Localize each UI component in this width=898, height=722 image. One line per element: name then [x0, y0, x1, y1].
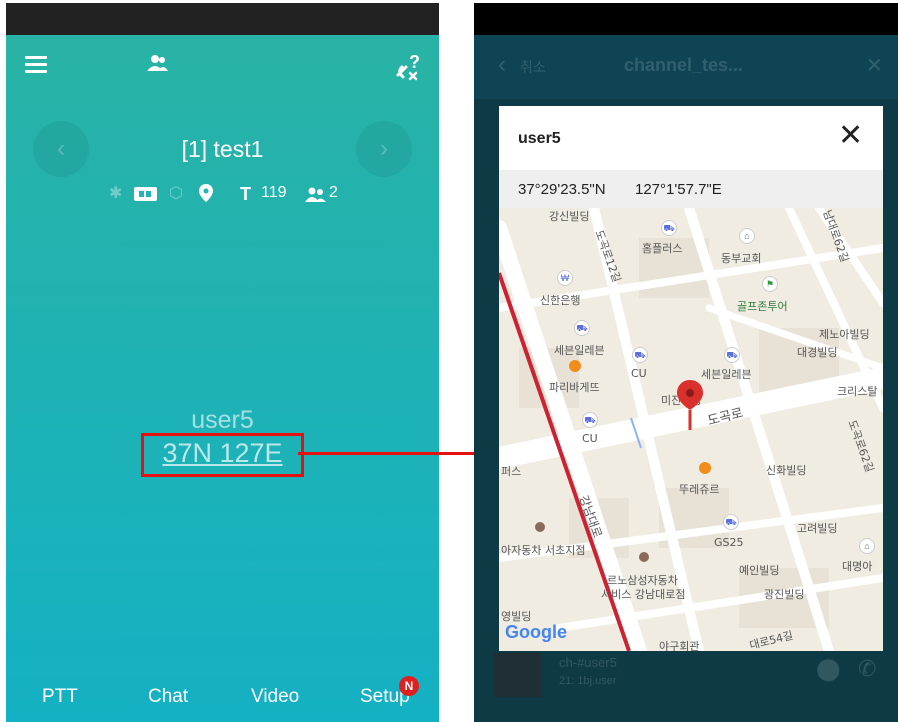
background-phone-icon: ✆ [858, 656, 877, 681]
tab-chat[interactable]: Chat [148, 686, 188, 708]
place-icon: ⌂ [859, 538, 875, 554]
map-label: 퍼스 [501, 465, 522, 478]
map-label: 홈플러스 [642, 242, 683, 255]
map-label: 대명아 [842, 560, 873, 573]
latitude-text: 37°29'23.5"N [518, 181, 606, 198]
shield-icon: ⬡ [169, 185, 183, 202]
channel-title: [1] test1 [181, 136, 264, 162]
map-label: 서비스 강남대로점 [601, 588, 686, 601]
map-label: 제노아빌딩 [819, 328, 870, 341]
back-icon: ‹ [498, 51, 506, 78]
background-item-name: ch-#user5 [559, 655, 617, 670]
map-label: 파리바게뜨 [549, 381, 600, 394]
bluetooth-icon: ✱ [109, 185, 123, 202]
coordinates-bar: 37°29'23.5"N 127°1'57.7"E [499, 170, 883, 208]
dialog-header: user5 ✕ [499, 106, 883, 170]
longitude-text: 127°1'57.7"E [635, 181, 722, 198]
map-label: 야구회관 [659, 640, 700, 651]
map-label: 골프존투어 [737, 300, 788, 313]
tab-ptt[interactable]: PTT [42, 686, 78, 708]
map-label: GS25 [714, 536, 744, 549]
car-dealer-icon [639, 552, 649, 562]
background-close-icon: ✕ [866, 55, 883, 77]
map-label: 대경빌딩 [797, 346, 838, 359]
channel-screen: ? ‹ › [1] test1 ✱ ⬡ T 119 2 user5 37N 12… [6, 3, 439, 722]
map-screen: ‹ 취소 channel_tes... ✕ ch-#user5 21: 1bj.… [474, 3, 898, 722]
background-title: channel_tes... [624, 55, 744, 75]
speaker-user-name: user5 [191, 406, 254, 434]
bakery-icon [569, 360, 581, 372]
users-count-icon [305, 186, 327, 207]
car-dealer-icon [535, 522, 545, 532]
location-pin-icon[interactable] [677, 380, 703, 437]
svg-text:?: ? [409, 52, 420, 72]
map-label: 고려빌딩 [797, 522, 838, 535]
map-label: 신화빌딩 [766, 464, 807, 477]
location-pin-icon [199, 184, 213, 207]
map-label: 세븐일레븐 [701, 368, 752, 381]
back-label: 취소 [520, 59, 546, 75]
background-item-sub: 21: 1bj.user [559, 675, 617, 687]
golf-icon: ⚑ [762, 276, 778, 292]
map-label: 신한은행 [540, 294, 581, 307]
map-label: 강신빌딩 [549, 210, 590, 223]
map-label: 세븐일레븐 [554, 344, 605, 357]
map-view[interactable]: 강신빌딩 ⛟ 홈플러스 ⌂ 동부교회 ₩ 신한은행 ⚑ 골프존투어 ⛟ 세븐일레… [499, 208, 883, 651]
location-link[interactable]: 37N 127E [144, 438, 301, 469]
background-topbar: ‹ 취소 channel_tes... ✕ [474, 35, 898, 99]
map-label: 뚜레쥬르 [679, 483, 720, 496]
shopping-cart-icon: ⛟ [661, 220, 677, 236]
location-dialog: user5 ✕ 37°29'23.5"N 127°1'57.7"E 강신빌딩 ⛟… [499, 106, 883, 651]
status-bar [6, 3, 439, 35]
users-icon[interactable] [146, 53, 170, 78]
tab-video[interactable]: Video [251, 686, 299, 708]
setup-badge: N [399, 676, 419, 696]
dialog-user-name: user5 [518, 130, 561, 147]
status-bar [474, 3, 898, 35]
map-label: 크리스탈 [837, 385, 878, 398]
talk-count: 119 [261, 184, 287, 201]
card-icon [134, 187, 157, 201]
map-label: 예인빌딩 [739, 564, 780, 577]
map-label: 동부교회 [721, 252, 762, 265]
church-icon: ⌂ [739, 228, 755, 244]
map-label: CU [582, 432, 598, 445]
bank-icon: ₩ [557, 270, 573, 286]
connector-line [298, 452, 483, 455]
google-logo: Google [505, 622, 567, 642]
shopping-cart-icon: ⛟ [574, 320, 590, 336]
avatar [494, 653, 542, 697]
map-label: 광진빌딩 [764, 588, 805, 601]
shopping-cart-icon: ⛟ [632, 347, 648, 363]
background-pin-icon: ⬤ [816, 656, 841, 681]
menu-icon[interactable] [25, 56, 47, 77]
map-label: 아자동차 서초지점 [501, 544, 586, 557]
shopping-cart-icon: ⛟ [723, 514, 739, 530]
map-label: CU [631, 367, 647, 380]
users-count: 2 [329, 184, 338, 201]
link-help-icon[interactable]: ? [394, 51, 424, 86]
bakery-icon [699, 462, 711, 474]
talk-icon: T [240, 184, 251, 204]
shopping-cart-icon: ⛟ [724, 347, 740, 363]
close-icon[interactable]: ✕ [838, 118, 863, 153]
shopping-cart-icon: ⛟ [582, 412, 598, 428]
